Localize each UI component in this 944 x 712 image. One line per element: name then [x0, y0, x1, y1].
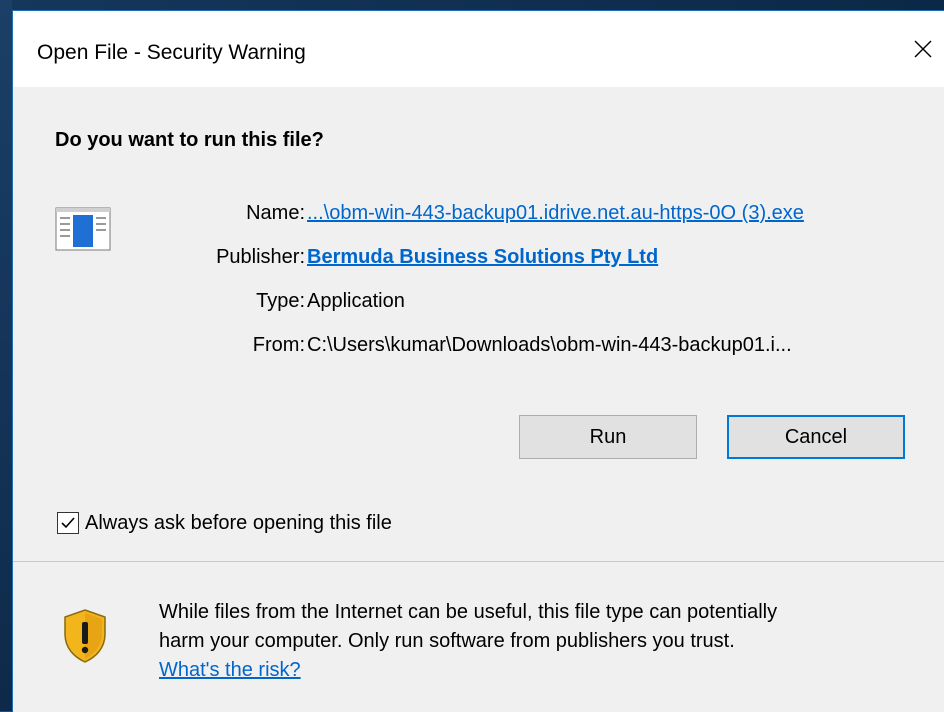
publisher-link[interactable]: Bermuda Business Solutions Pty Ltd — [307, 246, 658, 269]
whats-the-risk-link[interactable]: What's the risk? — [159, 656, 301, 685]
security-warning-dialog: Open File - Security Warning Do you want… — [12, 10, 944, 712]
file-name-link[interactable]: ...\obm-win-443-backup01.idrive.net.au-h… — [307, 202, 804, 225]
publisher-label: Publisher: — [216, 246, 305, 268]
close-button[interactable] — [903, 29, 943, 69]
dialog-question: Do you want to run this file? — [55, 129, 324, 151]
warning-section: While files from the Internet can be use… — [13, 562, 944, 712]
warning-shield-icon — [61, 608, 109, 664]
window-title: Open File - Security Warning — [37, 41, 306, 64]
warning-message-line2: harm your computer. Only run software fr… — [159, 630, 735, 652]
desktop-background-left — [0, 0, 12, 711]
name-row: Name: ...\obm-win-443-backup01.idrive.ne… — [13, 202, 944, 234]
publisher-row: Publisher: Bermuda Business Solutions Pt… — [13, 246, 944, 278]
always-ask-checkbox-row[interactable]: Always ask before opening this file — [57, 509, 392, 537]
close-icon — [914, 40, 932, 58]
warning-message-line1: While files from the Internet can be use… — [159, 601, 778, 623]
type-row: Type: Application — [13, 290, 944, 322]
from-label: From: — [252, 334, 305, 356]
checkmark-icon — [61, 517, 75, 529]
title-bar[interactable]: Open File - Security Warning — [13, 11, 944, 87]
type-value: Application — [307, 290, 405, 312]
run-button[interactable]: Run — [519, 415, 697, 459]
warning-message: While files from the Internet can be use… — [159, 598, 929, 685]
type-label: Type: — [256, 290, 305, 312]
always-ask-label: Always ask before opening this file — [85, 511, 392, 534]
from-value: C:\Users\kumar\Downloads\obm-win-443-bac… — [307, 334, 792, 356]
desktop-background-top — [0, 0, 944, 10]
from-row: From: C:\Users\kumar\Downloads\obm-win-4… — [13, 334, 944, 366]
always-ask-checkbox[interactable] — [57, 512, 79, 534]
name-label: Name: — [246, 202, 305, 224]
cancel-button[interactable]: Cancel — [727, 415, 905, 459]
